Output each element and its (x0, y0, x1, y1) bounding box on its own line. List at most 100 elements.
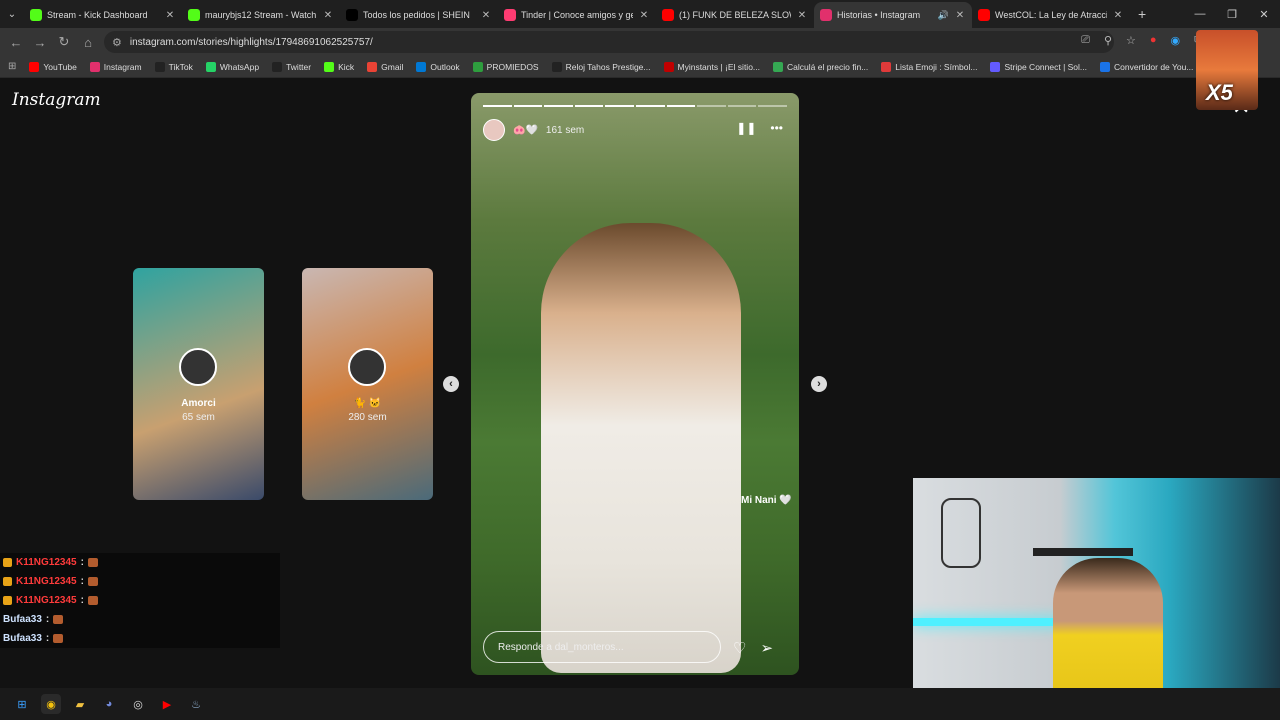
pause-icon[interactable]: ❚❚ (736, 121, 756, 135)
browser-tab[interactable]: (1) FUNK DE BELEZA SLOWED ✕ (656, 2, 814, 28)
instagram-logo[interactable]: Instagram (12, 90, 101, 110)
reload-button[interactable]: ↻ (52, 34, 76, 50)
emote-icon (53, 615, 64, 624)
kick-icon (188, 9, 200, 21)
bookmark-item[interactable]: Reloj Tahos Prestige... (551, 61, 651, 72)
tab-search-button[interactable]: ⌄ (0, 0, 24, 28)
reply-input[interactable]: Responde a dal_monteros... (483, 631, 721, 663)
window-controls: — ❐ ✕ (1184, 0, 1280, 28)
bookmark-item[interactable]: Twitter (272, 61, 311, 72)
extension-red-icon[interactable]: ● (1150, 34, 1157, 47)
bookmarks-bar: ⊞ YouTube Instagram TikTok WhatsApp Twit… (0, 56, 1280, 78)
back-button[interactable]: ← (4, 35, 28, 50)
bookmark-item[interactable]: Instagram (89, 61, 142, 72)
bookmark-favicon-icon (990, 61, 1001, 72)
close-tab-icon[interactable]: ✕ (1112, 10, 1124, 21)
close-tab-icon[interactable]: ✕ (164, 10, 176, 21)
minimize-button[interactable]: — (1184, 0, 1216, 28)
chat-username[interactable]: K11NG12345 (16, 557, 77, 568)
bookmark-item[interactable]: WhatsApp (205, 61, 260, 72)
bookmark-item[interactable]: YouTube (29, 61, 77, 72)
like-heart-icon[interactable]: ♡ (733, 639, 746, 657)
bookmark-favicon-icon (551, 61, 562, 72)
tab-title: Tinder | Conoce amigos y gente (521, 10, 633, 20)
obs-icon[interactable]: ◎ (128, 694, 148, 714)
chat-username[interactable]: Bufaa33 (3, 633, 42, 644)
forward-button[interactable]: → (28, 35, 52, 50)
zoom-icon[interactable]: ⚲ (1104, 34, 1112, 47)
tabs-container: Stream - Kick Dashboard ✕ maurybjs12 Str… (24, 0, 1130, 28)
bookmark-favicon-icon (663, 61, 674, 72)
prev-story-button[interactable]: ‹ (443, 376, 459, 392)
home-button[interactable]: ⌂ (76, 35, 100, 50)
install-app-icon[interactable]: ⎚ (1081, 34, 1090, 47)
stream-chat-overlay: K11NG12345 : K11NG12345 : K11NG12345 : B… (0, 553, 280, 648)
story-card[interactable]: 🐽🤍 161 sem ❚❚ ••• Mi Nani 🤍 Responde a d… (471, 93, 799, 675)
close-window-button[interactable]: ✕ (1248, 0, 1280, 28)
address-actions: ⎚ ⚲ ☆ ● ◉ ⧉ (1081, 34, 1202, 47)
bookmark-star-icon[interactable]: ☆ (1126, 34, 1136, 47)
bookmark-item[interactable]: Calculá el precio fin... (773, 61, 868, 72)
chrome-icon[interactable]: ◉ (41, 694, 61, 714)
emote-icon (87, 558, 98, 567)
story-header: 🐽🤍 161 sem (483, 119, 584, 141)
close-tab-icon[interactable]: ✕ (638, 10, 650, 21)
bookmark-item[interactable]: Lista Emoji : Símbol... (881, 61, 977, 72)
story-preview-cat[interactable]: 🐈 🐱 280 sem (302, 268, 433, 500)
bookmark-item[interactable]: Outlook (416, 61, 460, 72)
chat-separator: : (80, 576, 84, 587)
browser-tab[interactable]: Stream - Kick Dashboard ✕ (24, 2, 182, 28)
chat-username[interactable]: K11NG12345 (16, 595, 77, 606)
emote-icon (53, 634, 64, 643)
bookmark-label: WhatsApp (219, 61, 260, 72)
windows-taskbar: ⊞ ◉ ▰ ◕ ◎ ▶ ♨ (0, 688, 1280, 720)
bookmark-item[interactable]: PROMIEDOS (472, 61, 539, 72)
bookmark-label: Myinstants | ¡El sitio... (677, 61, 761, 72)
bookmark-item[interactable]: Convertidor de You... (1100, 61, 1193, 72)
close-tab-icon[interactable]: ✕ (480, 10, 492, 21)
instagram-icon (820, 9, 832, 21)
site-info-icon[interactable]: ⚙ (112, 36, 122, 49)
story-preview-amorci[interactable]: Amorci 65 sem (133, 268, 264, 500)
chat-username[interactable]: K11NG12345 (16, 576, 77, 587)
bookmark-label: PROMIEDOS (486, 61, 539, 72)
discord-icon[interactable]: ◕ (99, 694, 119, 714)
bookmark-item[interactable]: Stripe Connect | Sol... (990, 61, 1087, 72)
youtube-icon[interactable]: ▶ (157, 694, 177, 714)
send-icon[interactable]: ➢ (760, 639, 773, 657)
browser-tab[interactable]: maurybjs12 Stream - Watch Live ✕ (182, 2, 340, 28)
story-avatar[interactable] (483, 119, 505, 141)
browser-tab[interactable]: Todos los pedidos | SHEIN ✕ (340, 2, 498, 28)
maximize-button[interactable]: ❐ (1216, 0, 1248, 28)
windows-start-icon[interactable]: ⊞ (12, 694, 32, 714)
file-explorer-icon[interactable]: ▰ (70, 694, 90, 714)
bookmark-item[interactable]: Kick (324, 61, 354, 72)
close-tab-icon[interactable]: ✕ (796, 10, 808, 21)
progress-segment (574, 105, 604, 107)
browser-tab[interactable]: WestCOL: La Ley de Atracción ✕ (972, 2, 1130, 28)
close-tab-icon[interactable]: ✕ (954, 10, 966, 21)
next-story-button[interactable]: › (811, 376, 827, 392)
chat-separator: : (45, 633, 50, 644)
bookmark-label: TikTok (168, 61, 193, 72)
address-bar[interactable]: ⚙ instagram.com/stories/highlights/17948… (104, 31, 1114, 53)
extension-blue-icon[interactable]: ◉ (1171, 34, 1181, 47)
chat-message: Bufaa33 : (0, 610, 280, 629)
speaker-icon[interactable]: 🔊 (938, 10, 949, 21)
bookmark-item[interactable]: Myinstants | ¡El sitio... (663, 61, 761, 72)
browser-tab[interactable]: Tinder | Conoce amigos y gente ✕ (498, 2, 656, 28)
close-tab-icon[interactable]: ✕ (322, 10, 334, 21)
chat-username[interactable]: Bufaa33 (3, 614, 42, 625)
story-controls: ❚❚ ••• (736, 121, 783, 135)
bookmark-item[interactable]: TikTok (154, 61, 193, 72)
apps-grid-icon[interactable]: ⊞ (8, 61, 16, 72)
more-options-icon[interactable]: ••• (770, 121, 783, 135)
steam-icon[interactable]: ♨ (186, 694, 206, 714)
new-tab-button[interactable]: + (1138, 6, 1146, 22)
bookmark-favicon-icon (89, 61, 100, 72)
sub-badge-icon (3, 596, 12, 605)
avatar (348, 348, 386, 386)
bookmark-item[interactable]: Gmail (367, 61, 403, 72)
browser-tab[interactable]: Historias • Instagram 🔊 ✕ (814, 2, 972, 28)
youtube-icon (978, 9, 990, 21)
